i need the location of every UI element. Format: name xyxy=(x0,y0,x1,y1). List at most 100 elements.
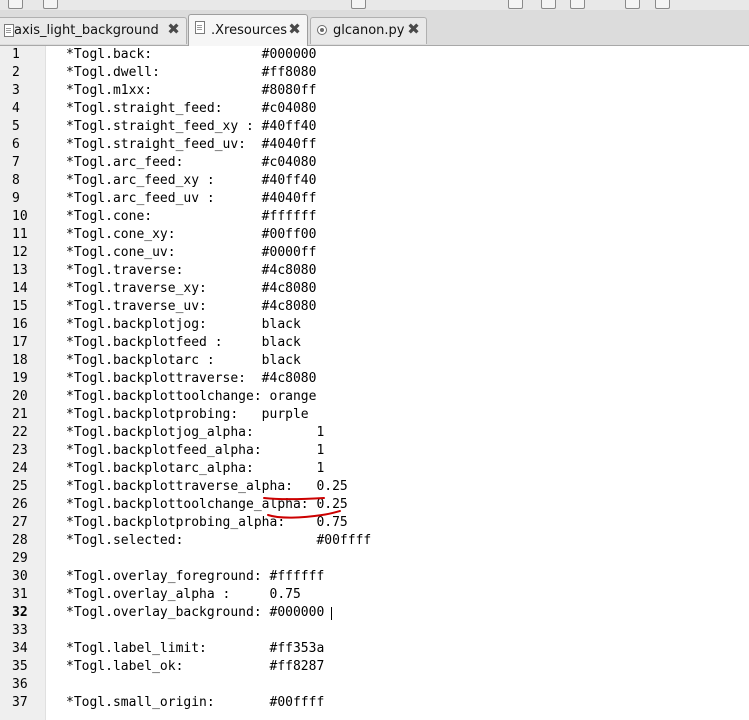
document-icon xyxy=(195,21,205,34)
line-number: 10 xyxy=(12,209,28,224)
undo-icon[interactable] xyxy=(351,0,366,9)
code-line[interactable]: 15 *Togl.traverse_uv: #4c8080 xyxy=(0,298,749,316)
code-line[interactable]: 35 *Togl.label_ok: #ff8287 xyxy=(0,658,749,676)
line-number: 7 xyxy=(12,155,20,170)
code-text: *Togl.traverse: #4c8080 xyxy=(66,263,317,278)
line-number: 6 xyxy=(12,137,20,152)
tab-axis-light-background[interactable]: axis_light_background ✖ xyxy=(0,17,187,44)
line-number: 8 xyxy=(12,173,20,188)
code-line[interactable]: 20 *Togl.backplottoolchange: orange xyxy=(0,388,749,406)
code-text: *Togl.back: #000000 xyxy=(66,47,317,62)
open-file-icon[interactable] xyxy=(43,0,58,9)
line-number: 26 xyxy=(12,497,28,512)
code-line[interactable]: 4 *Togl.straight_feed: #c04080 xyxy=(0,100,749,118)
code-line[interactable]: 17 *Togl.backplotfeed : black xyxy=(0,334,749,352)
copy-icon[interactable] xyxy=(541,0,556,9)
code-line[interactable]: 21 *Togl.backplotprobing: purple xyxy=(0,406,749,424)
line-number: 37 xyxy=(12,695,28,710)
paste-icon[interactable] xyxy=(570,0,585,9)
line-number: 4 xyxy=(12,101,20,116)
code-text: *Togl.overlay_alpha : 0.75 xyxy=(66,587,301,602)
line-number: 9 xyxy=(12,191,20,206)
code-line[interactable]: 22 *Togl.backplotjog_alpha: 1 xyxy=(0,424,749,442)
line-number: 25 xyxy=(12,479,28,494)
find-icon[interactable] xyxy=(625,0,640,9)
code-line[interactable]: 24 *Togl.backplotarc_alpha: 1 xyxy=(0,460,749,478)
line-number: 31 xyxy=(12,587,28,602)
line-number: 3 xyxy=(12,83,20,98)
line-number: 18 xyxy=(12,353,28,368)
line-number: 23 xyxy=(12,443,28,458)
code-text: *Togl.traverse_xy: #4c8080 xyxy=(66,281,317,296)
close-icon[interactable]: ✖ xyxy=(406,22,421,37)
code-text: *Togl.m1xx: #8080ff xyxy=(66,83,317,98)
code-text: *Togl.backplotprobing: purple xyxy=(66,407,309,422)
tab-xresources[interactable]: .Xresources ✖ xyxy=(188,14,308,46)
code-line[interactable]: 28 *Togl.selected: #00ffff xyxy=(0,532,749,550)
code-text: *Togl.backplotjog: black xyxy=(66,317,301,332)
line-number: 1 xyxy=(12,47,20,62)
tab-label: glcanon.py xyxy=(333,23,405,38)
code-text: *Togl.arc_feed_uv : #4040ff xyxy=(66,191,317,206)
code-line[interactable]: 18 *Togl.backplotarc : black xyxy=(0,352,749,370)
code-text: *Togl.cone_xy: #00ff00 xyxy=(66,227,317,242)
code-line[interactable]: 36 xyxy=(0,676,749,694)
code-text: *Togl.label_limit: #ff353a xyxy=(66,641,325,656)
code-line[interactable]: 12 *Togl.cone_uv: #0000ff xyxy=(0,244,749,262)
code-line[interactable]: 19 *Togl.backplottraverse: #4c8080 xyxy=(0,370,749,388)
code-text: *Togl.backplotfeed : black xyxy=(66,335,301,350)
code-line[interactable]: 1 *Togl.back: #000000 xyxy=(0,46,749,64)
code-line[interactable]: 23 *Togl.backplotfeed_alpha: 1 xyxy=(0,442,749,460)
code-line[interactable]: 37 *Togl.small_origin: #00ffff xyxy=(0,694,749,712)
code-line[interactable]: 8 *Togl.arc_feed_xy : #40ff40 xyxy=(0,172,749,190)
tab-bar: axis_light_background ✖ .Xresources ✖ gl… xyxy=(0,10,749,46)
code-line[interactable]: 2 *Togl.dwell: #ff8080 xyxy=(0,64,749,82)
toolbar xyxy=(0,0,749,10)
code-line[interactable]: 3 *Togl.m1xx: #8080ff xyxy=(0,82,749,100)
code-line[interactable]: 27 *Togl.backplotprobing_alpha: 0.75 xyxy=(0,514,749,532)
code-text: *Togl.backplottoolchange_alpha: 0.25 xyxy=(66,497,348,512)
cut-icon[interactable] xyxy=(508,0,523,9)
new-file-icon[interactable] xyxy=(8,0,23,9)
close-icon[interactable]: ✖ xyxy=(166,22,181,37)
code-line[interactable]: 31 *Togl.overlay_alpha : 0.75 xyxy=(0,586,749,604)
code-text: *Togl.backplotfeed_alpha: 1 xyxy=(66,443,325,458)
line-number: 13 xyxy=(12,263,28,278)
code-line[interactable]: 5 *Togl.straight_feed_xy : #40ff40 xyxy=(0,118,749,136)
code-line[interactable]: 32 *Togl.overlay_background: #000000 xyxy=(0,604,749,622)
code-line[interactable]: 29 xyxy=(0,550,749,568)
code-text: *Togl.cone_uv: #0000ff xyxy=(66,245,317,260)
code-line[interactable]: 10 *Togl.cone: #ffffff xyxy=(0,208,749,226)
code-line[interactable]: 26 *Togl.backplottoolchange_alpha: 0.25 xyxy=(0,496,749,514)
code-text: *Togl.traverse_uv: #4c8080 xyxy=(66,299,317,314)
code-text: *Togl.dwell: #ff8080 xyxy=(66,65,317,80)
text-cursor xyxy=(331,607,333,620)
python-file-icon xyxy=(317,25,327,35)
code-line[interactable]: 25 *Togl.backplottraverse_alpha: 0.25 xyxy=(0,478,749,496)
code-line[interactable]: 34 *Togl.label_limit: #ff353a xyxy=(0,640,749,658)
code-line[interactable]: 33 xyxy=(0,622,749,640)
code-line[interactable]: 14 *Togl.traverse_xy: #4c8080 xyxy=(0,280,749,298)
tab-glcanon[interactable]: glcanon.py ✖ xyxy=(310,17,427,44)
code-line[interactable]: 9 *Togl.arc_feed_uv : #4040ff xyxy=(0,190,749,208)
code-line[interactable]: 30 *Togl.overlay_foreground: #ffffff xyxy=(0,568,749,586)
code-text: *Togl.backplottraverse: #4c8080 xyxy=(66,371,317,386)
code-line[interactable]: 13 *Togl.traverse: #4c8080 xyxy=(0,262,749,280)
code-text: *Togl.overlay_foreground: #ffffff xyxy=(66,569,325,584)
code-line[interactable]: 11 *Togl.cone_xy: #00ff00 xyxy=(0,226,749,244)
line-number: 36 xyxy=(12,677,28,692)
line-number: 24 xyxy=(12,461,28,476)
code-line[interactable]: 7 *Togl.arc_feed: #c04080 xyxy=(0,154,749,172)
replace-icon[interactable] xyxy=(655,0,670,9)
line-number: 22 xyxy=(12,425,28,440)
code-line[interactable]: 6 *Togl.straight_feed_uv: #4040ff xyxy=(0,136,749,154)
line-number: 11 xyxy=(12,227,28,242)
line-number: 5 xyxy=(12,119,20,134)
close-icon[interactable]: ✖ xyxy=(287,22,302,37)
line-number: 21 xyxy=(12,407,28,422)
code-text: *Togl.small_origin: #00ffff xyxy=(66,695,325,710)
code-text: *Togl.backplottoolchange: orange xyxy=(66,389,317,404)
line-number: 16 xyxy=(12,317,28,332)
code-line[interactable]: 16 *Togl.backplotjog: black xyxy=(0,316,749,334)
text-editor[interactable]: 1 *Togl.back: #000000 2 *Togl.dwell: #ff808… xyxy=(0,46,749,720)
